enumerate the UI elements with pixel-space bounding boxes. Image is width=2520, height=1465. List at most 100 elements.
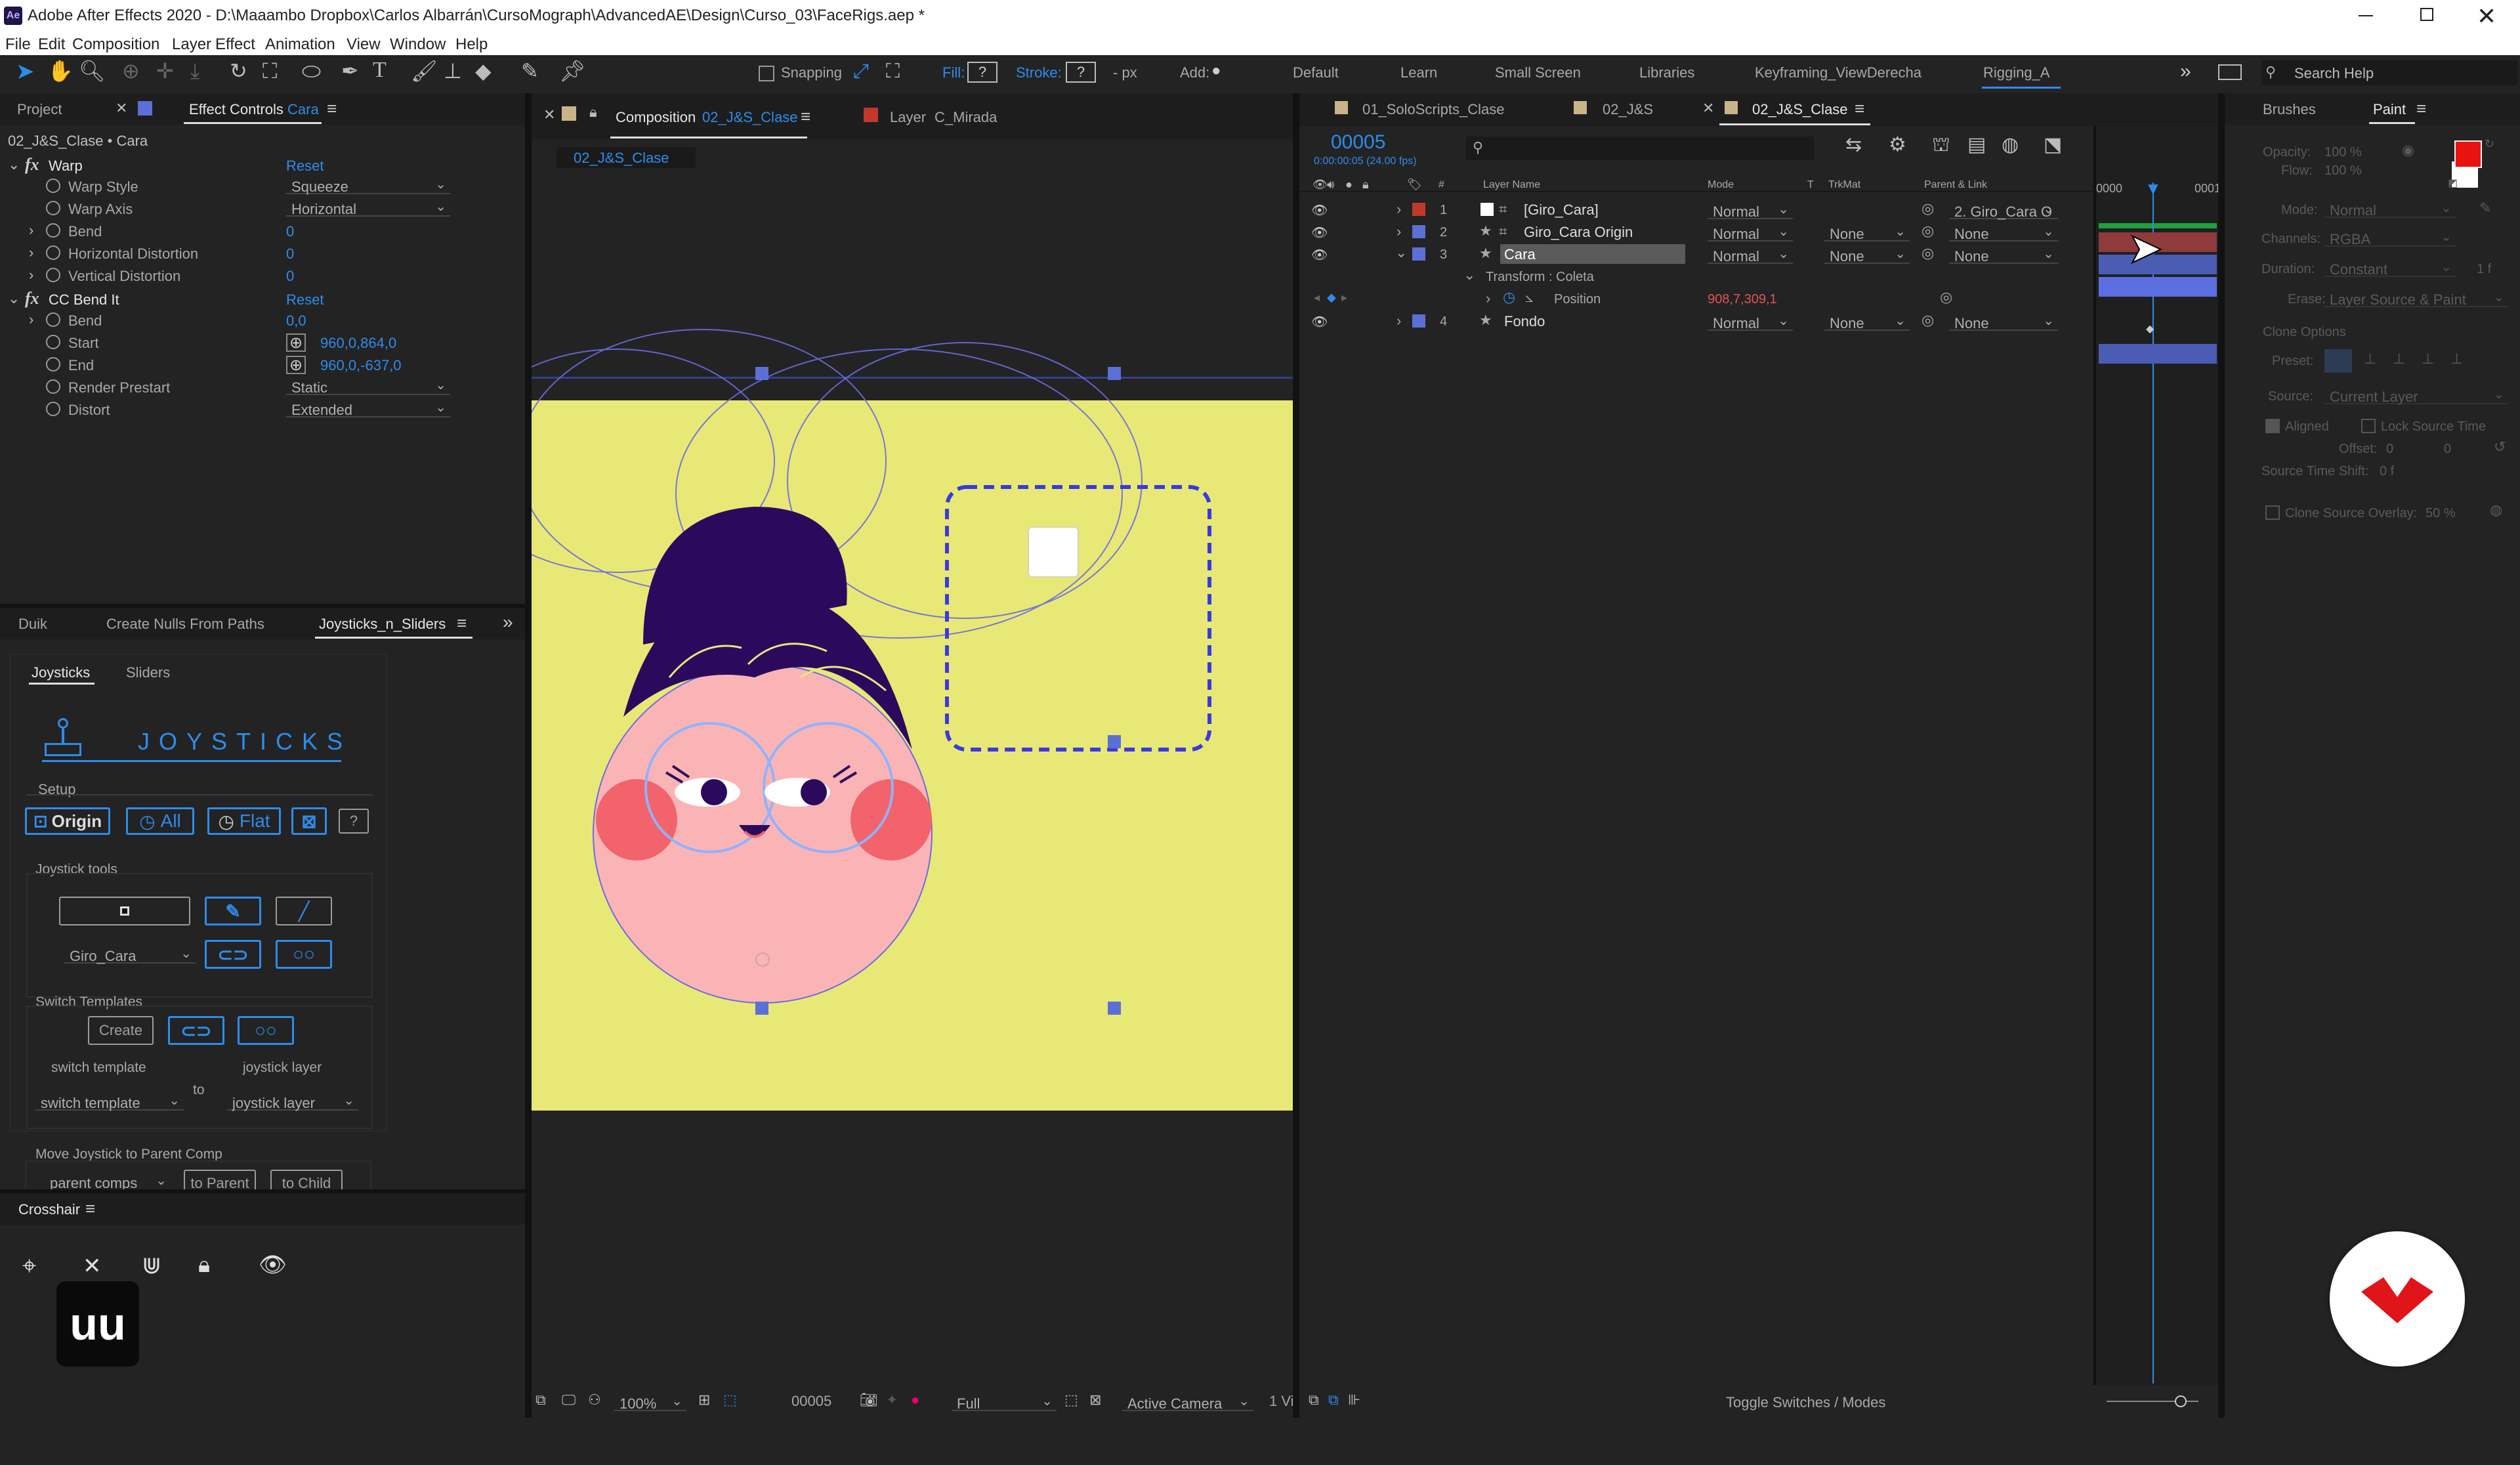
parent-dropdown[interactable]: 2. Giro_Cara O ⌄: [1949, 200, 2058, 220]
layer-name-col[interactable]: Layer Name: [1483, 180, 1540, 190]
panel-menu-icon[interactable]: ≡: [327, 100, 337, 117]
link-template-button[interactable]: ⊂⊃: [168, 1016, 224, 1045]
all-button[interactable]: ◷ All: [126, 807, 194, 835]
foreground-color-swatch[interactable]: [2454, 140, 2482, 168]
layer-name[interactable]: Fondo: [1504, 314, 1545, 329]
motion-blur-icon[interactable]: ◍: [2002, 135, 2019, 155]
preset-icon[interactable]: ⊥: [2393, 352, 2405, 366]
close-tab-icon[interactable]: ✕: [116, 101, 127, 116]
lock-source-checkbox[interactable]: [2361, 419, 2376, 433]
warp-style-dropdown[interactable]: Squeeze ⌄: [286, 175, 450, 195]
unlink-template-button[interactable]: ○○: [238, 1016, 294, 1045]
flat-button[interactable]: ◷ Flat: [207, 807, 281, 835]
workspace-learn[interactable]: Learn: [1400, 66, 1437, 80]
offset-x[interactable]: 0: [2386, 442, 2393, 456]
layer-row[interactable]: 👁︎ › 4 ★ Fondo Normal ⌄ None ⌄ ◎ None ⌄: [1299, 310, 2212, 332]
tab-02-js-clase[interactable]: 02_J&S_Clase: [1752, 102, 1848, 117]
maximize-button[interactable]: [2420, 8, 2433, 21]
shy-layers-icon[interactable]: ⛫: [1932, 135, 1950, 155]
grid-icon[interactable]: ⊞: [698, 1393, 710, 1407]
anchor-tool-icon[interactable]: ⛶: [262, 60, 277, 81]
twirl-open-icon[interactable]: ⌄: [1463, 268, 1475, 282]
fill-label[interactable]: Fill:: [942, 66, 965, 80]
eye-icon[interactable]: 👁︎: [1311, 247, 1328, 263]
preset-icon[interactable]: ⊥: [2422, 352, 2434, 366]
always-preview-icon[interactable]: ⧉: [536, 1393, 546, 1407]
horizontal-distortion-value[interactable]: 0: [286, 247, 294, 261]
workspace-rigging[interactable]: Rigging_A: [1983, 66, 2050, 80]
crosshair-point-icon[interactable]: ⊕: [286, 356, 306, 374]
label-color-swatch[interactable]: [1412, 314, 1425, 328]
workspace-overflow-icon[interactable]: »: [2180, 62, 2191, 81]
magnet-icon[interactable]: ⋓: [142, 1254, 161, 1277]
parent-dropdown[interactable]: None ⌄: [1949, 222, 2058, 242]
comp-breadcrumb[interactable]: 02_J&S_Clase: [556, 147, 696, 168]
twirl-open-icon[interactable]: ⌄: [1395, 245, 1407, 260]
unlink-joystick-button[interactable]: ○○: [276, 940, 332, 969]
erase-dropdown[interactable]: Layer Source & Paint ⌄: [2324, 287, 2508, 308]
next-keyframe-icon[interactable]: ▸: [1341, 291, 1347, 303]
menu-window[interactable]: Window: [390, 37, 446, 53]
fx-icon[interactable]: fx: [25, 156, 39, 173]
twirl-icon[interactable]: ›: [29, 245, 33, 260]
bend-value[interactable]: 0: [286, 224, 294, 239]
difference-mode-icon[interactable]: ◍: [2490, 503, 2502, 517]
snapping-checkbox[interactable]: [759, 66, 774, 81]
crosshair-point-icon[interactable]: ⊕: [286, 333, 306, 352]
eye-icon[interactable]: 👁︎: [1311, 314, 1328, 330]
help-button[interactable]: ?: [339, 809, 369, 834]
menu-view[interactable]: View: [346, 37, 381, 53]
timeline-timecode[interactable]: 00005: [1331, 133, 1385, 152]
layer-bar[interactable]: [2099, 344, 2217, 364]
brush-tool-icon[interactable]: 🖌︎: [411, 60, 438, 81]
tab-create-nulls[interactable]: Create Nulls From Paths: [106, 617, 264, 631]
twirl-icon[interactable]: ›: [1396, 314, 1401, 328]
parent-dropdown[interactable]: None ⌄: [1949, 244, 2058, 265]
camera-dropdown[interactable]: Active Camera ⌄: [1122, 1391, 1253, 1412]
eyedropper-icon[interactable]: ✎: [2479, 201, 2491, 215]
tab-project[interactable]: Project: [17, 102, 62, 117]
stroke-swatch[interactable]: ?: [1066, 62, 1096, 83]
warp-axis-dropdown[interactable]: Horizontal ⌄: [286, 197, 450, 217]
workspace-panel-icon[interactable]: [2218, 64, 2242, 80]
duration-value[interactable]: 1 f: [2477, 263, 2491, 276]
stroke-width[interactable]: - px: [1113, 66, 1137, 80]
clone-overlay-checkbox[interactable]: [2265, 505, 2280, 520]
roto-brush-tool-icon[interactable]: ✎: [521, 60, 539, 81]
fx-warp-reset[interactable]: Reset: [286, 159, 324, 173]
tab-brushes[interactable]: Brushes: [2263, 102, 2316, 117]
ellipse-tool-icon[interactable]: ⬭: [302, 60, 321, 83]
orbit-tool-icon[interactable]: ⊕: [122, 60, 140, 81]
prev-keyframe-icon[interactable]: ◂: [1314, 291, 1320, 303]
parent-dropdown[interactable]: None ⌄: [1949, 311, 2058, 331]
lock-icon[interactable]: 🔒︎: [589, 105, 597, 119]
workspace-default[interactable]: Default: [1293, 66, 1339, 80]
stopwatch-icon[interactable]: [46, 402, 60, 416]
region-of-interest-icon[interactable]: ⬚: [1064, 1393, 1078, 1407]
type-tool-icon[interactable]: T: [373, 59, 387, 81]
twirl-icon[interactable]: ›: [1396, 224, 1401, 239]
default-colors-icon[interactable]: ◩: [2448, 179, 2458, 189]
label-color-swatch[interactable]: [1412, 203, 1425, 216]
aligned-checkbox[interactable]: [2265, 419, 2280, 433]
workspace-small-screen[interactable]: Small Screen: [1495, 66, 1581, 80]
monitor-icon[interactable]: 🖵: [562, 1393, 576, 1407]
mode-dropdown[interactable]: Normal ⌄: [1708, 311, 1793, 331]
draft-3d-icon[interactable]: ⚙: [1889, 135, 1906, 155]
comp-mini-flowchart-icon[interactable]: ⇆: [1845, 135, 1862, 155]
channel-icon[interactable]: ●: [911, 1393, 919, 1407]
stopwatch-icon[interactable]: [46, 245, 60, 260]
lock-icon[interactable]: 🔒︎: [198, 1254, 210, 1276]
workspace-keyframing[interactable]: Keyframing_ViewDerecha: [1755, 66, 1922, 80]
mode-dropdown[interactable]: Normal ⌄: [1708, 200, 1793, 220]
close-tab-icon[interactable]: ✕: [1702, 101, 1714, 116]
views-dropdown[interactable]: 1 Vi: [1269, 1394, 1294, 1409]
panel-overflow-icon[interactable]: »: [503, 613, 513, 631]
position-value[interactable]: 908,7,309,1: [1708, 293, 1777, 306]
parent-comps-dropdown[interactable]: parent comps ⌄: [45, 1171, 171, 1191]
panel-menu-icon[interactable]: ≡: [1855, 100, 1864, 117]
layer-switches-icon[interactable]: ⧉: [1309, 1393, 1319, 1407]
swap-colors-icon[interactable]: ↻: [2485, 138, 2494, 150]
comp-canvas-area[interactable]: [532, 179, 1293, 1465]
twirl-icon[interactable]: ›: [1486, 291, 1490, 306]
